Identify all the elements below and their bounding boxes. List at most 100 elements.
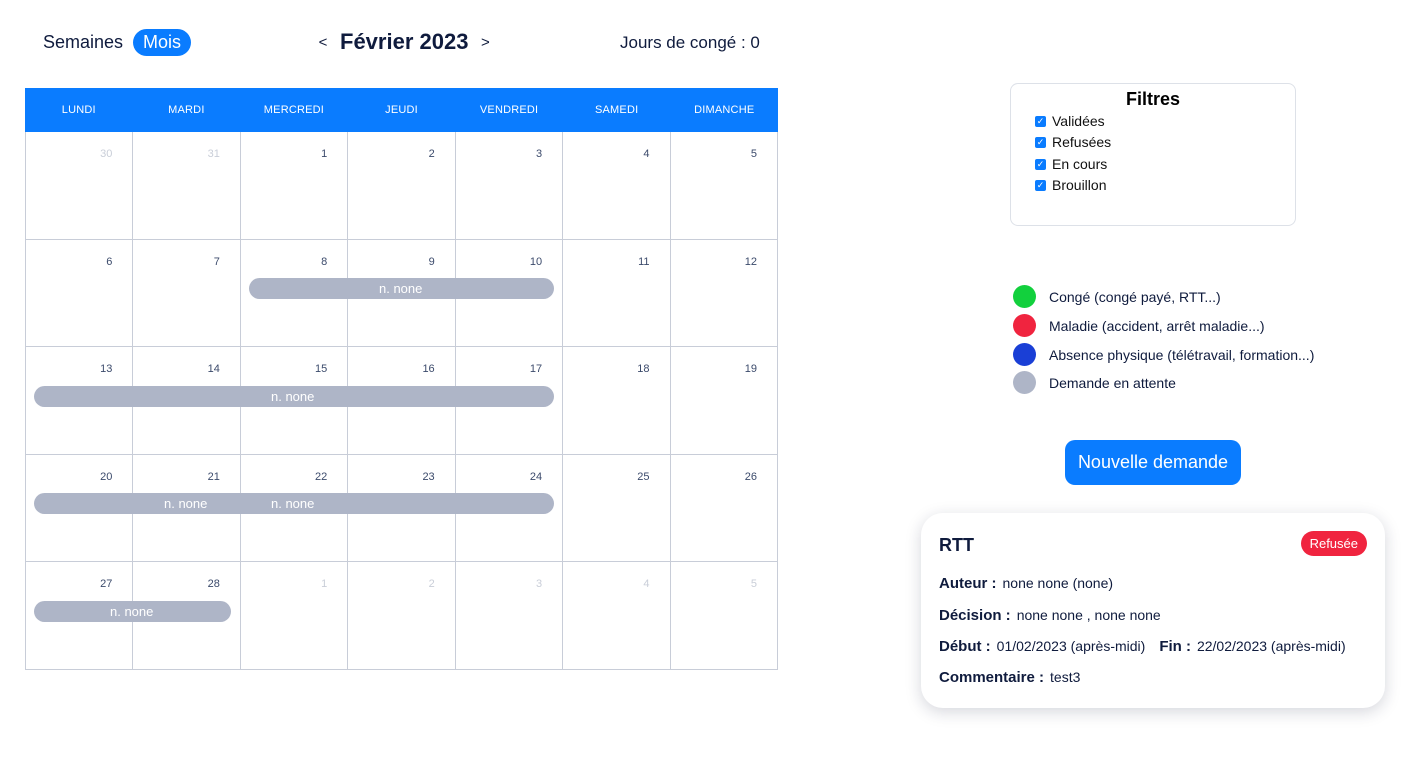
filters-panel: Filtres ✓ Validées ✓ Refusées ✓ En cours…	[1010, 83, 1296, 226]
calendar-event[interactable]: n. none n. none	[34, 493, 554, 514]
gray-dot-icon	[1013, 371, 1036, 394]
request-detail-card: RTT Refusée Auteur : none none (none) Déc…	[921, 513, 1385, 708]
author-label: Auteur :	[939, 575, 997, 592]
calendar-day[interactable]: 1	[240, 562, 349, 670]
calendar-day[interactable]: 19	[670, 347, 778, 455]
day-number: 27	[100, 578, 113, 591]
calendar-day[interactable]: 25	[563, 454, 671, 563]
day-number: 10	[529, 255, 543, 268]
day-header: MARDI	[168, 104, 205, 116]
day-number: 9	[428, 255, 435, 268]
day-number: 18	[637, 363, 650, 376]
day-header: MERCREDI	[263, 104, 325, 116]
month-title: Février 2023	[340, 29, 469, 54]
month-view-button[interactable]: Mois	[133, 29, 192, 56]
day-header: DIMANCHE	[694, 104, 755, 116]
event-label: n. none	[110, 604, 154, 619]
day-number: 28	[207, 578, 220, 591]
legend-label: Absence physique (télétravail, formation…	[1049, 346, 1315, 363]
author-value: none none (none)	[1002, 575, 1114, 591]
comment-label: Commentaire :	[939, 669, 1045, 686]
filters-title: Filtres	[1125, 89, 1181, 109]
event-label: n. none	[379, 281, 423, 296]
day-number: 21	[207, 470, 220, 483]
filter-draft[interactable]: ✓ Brouillon	[1035, 177, 1106, 193]
day-number: 1	[321, 148, 328, 160]
new-request-button[interactable]: Nouvelle demande	[1065, 440, 1241, 485]
calendar-day[interactable]: 3	[455, 562, 564, 670]
author-row: Auteur : none none (none)	[939, 575, 1113, 592]
filter-label: Refusées	[1052, 134, 1112, 150]
day-number: 24	[529, 470, 543, 483]
event-label: n. none	[164, 496, 208, 511]
calendar-day[interactable]: 11	[563, 239, 671, 348]
day-number: 20	[100, 470, 113, 483]
calendar-day[interactable]: 5	[670, 562, 778, 670]
calendar-day[interactable]: 4	[563, 562, 671, 670]
legend-label: Congé (congé payé, RTT...)	[1049, 288, 1221, 305]
day-number: 25	[637, 470, 650, 483]
calendar-day[interactable]: 7	[133, 239, 241, 348]
calendar-header: LUNDI MARDI MERCREDI JEUDI VENDREDI SAME…	[25, 88, 778, 132]
checkbox-checked-icon[interactable]: ✓	[1035, 179, 1046, 191]
event-label: n. none	[271, 389, 315, 404]
day-number: 16	[422, 363, 435, 376]
day-number: 2	[428, 578, 435, 591]
month-navigation: < Février 2023 >	[318, 29, 490, 55]
start-value: 01/02/2023 (après-midi)	[996, 638, 1146, 654]
event-label: n. none	[271, 496, 315, 511]
end-label: Fin :	[1159, 638, 1191, 655]
dates-row: Début : 01/02/2023 (après-midi) Fin : 22/02…	[939, 638, 1346, 655]
day-number: 17	[529, 363, 543, 376]
calendar-day[interactable]: 5	[670, 132, 778, 240]
filter-in-progress[interactable]: ✓ En cours	[1035, 156, 1107, 172]
day-number: 8	[321, 255, 328, 268]
calendar-day[interactable]: 30	[26, 132, 134, 240]
calendar-day[interactable]: 4	[563, 132, 671, 240]
day-header: LUNDI	[61, 104, 96, 116]
calendar-day[interactable]: 31	[133, 132, 241, 240]
decision-row: Décision : none none , none none	[939, 607, 1161, 624]
day-number: 30	[100, 148, 113, 160]
comment-row: Commentaire : test3	[939, 669, 1080, 686]
calendar-day[interactable]: 26	[670, 454, 778, 563]
calendar-day[interactable]: 2	[348, 132, 456, 240]
calendar-day[interactable]: 2	[348, 562, 456, 670]
prev-month-chevron-icon[interactable]: <	[318, 34, 328, 51]
calendar-day[interactable]: 12	[670, 239, 778, 348]
day-number: 15	[315, 363, 328, 376]
day-number: 23	[422, 470, 435, 483]
day-number: 13	[100, 363, 113, 376]
day-number: 31	[207, 148, 220, 160]
comment-value: test3	[1050, 669, 1081, 685]
legend-item-leave: Congé (congé payé, RTT...)	[1013, 285, 1221, 308]
weeks-view-button[interactable]: Semaines	[43, 32, 123, 53]
checkbox-checked-icon[interactable]: ✓	[1035, 158, 1046, 170]
day-number: 1	[321, 578, 328, 591]
decision-value: none none , none none	[1016, 607, 1161, 623]
calendar-event[interactable]: n. none	[34, 386, 554, 407]
day-number: 4	[643, 148, 650, 160]
view-switch: Semaines Mois	[43, 29, 192, 56]
checkbox-checked-icon[interactable]: ✓	[1035, 115, 1046, 127]
filter-label: En cours	[1052, 156, 1108, 172]
legend-item-sickness: Maladie (accident, arrêt maladie...)	[1013, 314, 1265, 337]
calendar-event[interactable]: n. none	[34, 601, 231, 622]
calendar-day[interactable]: 3	[455, 132, 564, 240]
day-header: JEUDI	[385, 104, 418, 116]
next-month-chevron-icon[interactable]: >	[480, 34, 490, 51]
day-number: 14	[207, 363, 220, 376]
calendar-day[interactable]: 1	[240, 132, 349, 240]
filter-label: Validées	[1052, 113, 1105, 129]
calendar-day[interactable]: 6	[26, 239, 134, 348]
calendar-day[interactable]: 18	[563, 347, 671, 455]
day-header: VENDREDI	[479, 104, 539, 116]
checkbox-checked-icon[interactable]: ✓	[1035, 136, 1046, 148]
day-number: 3	[535, 578, 543, 591]
filter-refused[interactable]: ✓ Refusées	[1035, 134, 1111, 150]
day-header: SAMEDI	[594, 104, 639, 116]
filter-validated[interactable]: ✓ Validées	[1035, 113, 1105, 129]
day-number: 3	[535, 148, 543, 160]
calendar-event[interactable]: n. none	[249, 278, 554, 299]
decision-label: Décision :	[939, 607, 1011, 624]
